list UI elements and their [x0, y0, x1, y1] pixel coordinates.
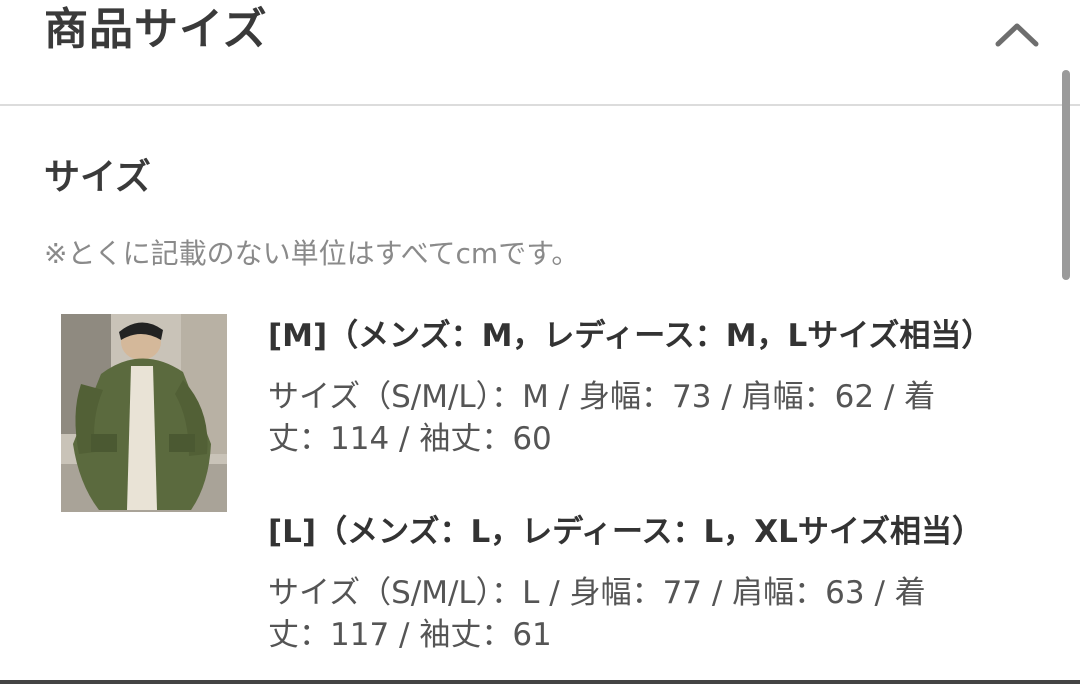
size-detail-line: 丈：114 / 袖丈：60: [268, 421, 552, 457]
bottom-border: [0, 680, 1080, 684]
size-detail: サイズ（S/M/L）：M / 身幅：73 / 肩幅：62 / 着 丈：114 /…: [268, 376, 1038, 460]
scrollbar[interactable]: [1062, 70, 1070, 280]
size-detail: サイズ（S/M/L）：L / 身幅：77 / 肩幅：63 / 着 丈：117 /…: [268, 572, 1038, 656]
size-detail-line: 丈：117 / 袖丈：61: [268, 617, 552, 653]
size-entry-l: [L]（メンズ：L，レディース：L，XLサイズ相当） サイズ（S/M/L）：L …: [268, 510, 1038, 656]
size-panel: 商品サイズ サイズ ※とくに記載のない単位はすべてcmです。 [M]（メンズ：M…: [0, 0, 1080, 684]
section-title: サイズ: [44, 157, 151, 198]
size-detail-line: サイズ（S/M/L）：M / 身幅：73 / 肩幅：62 / 着: [268, 379, 936, 415]
size-entry-m: [M]（メンズ：M，レディース：M，Lサイズ相当） サイズ（S/M/L）：M /…: [268, 314, 1038, 460]
page-title: 商品サイズ: [44, 4, 268, 55]
size-detail-line: サイズ（S/M/L）：L / 身幅：77 / 肩幅：63 / 着: [268, 575, 926, 611]
product-image: [61, 314, 227, 512]
unit-note: ※とくに記載のない単位はすべてcmです。: [44, 237, 580, 270]
chevron-up-icon[interactable]: [990, 14, 1044, 54]
size-heading: [L]（メンズ：L，レディース：L，XLサイズ相当）: [268, 514, 983, 550]
product-photo-olive-coat: [61, 314, 227, 512]
size-heading: [M]（メンズ：M，レディース：M，Lサイズ相当）: [268, 318, 993, 354]
accordion-header[interactable]: 商品サイズ: [0, 0, 1080, 106]
